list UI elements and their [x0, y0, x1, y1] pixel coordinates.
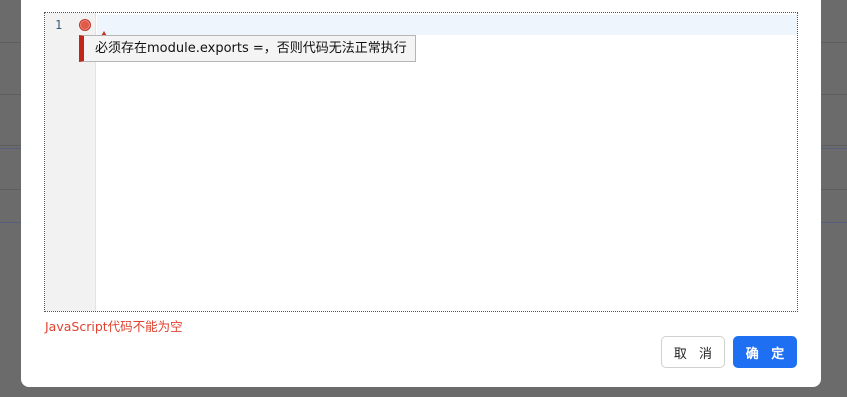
confirm-button[interactable]: 确 定	[733, 336, 797, 368]
error-dot-icon[interactable]	[79, 19, 91, 31]
line-number: 1	[55, 18, 63, 32]
code-editor-dialog: 1 必须存在module.exports =，否则代码无法正常执行 JavaSc…	[21, 0, 821, 387]
lint-error-tooltip: 必须存在module.exports =，否则代码无法正常执行	[79, 35, 416, 62]
active-line-highlight[interactable]	[97, 15, 797, 35]
cancel-button[interactable]: 取 消	[661, 336, 725, 368]
validation-error-message: JavaScript代码不能为空	[45, 319, 183, 334]
code-editor[interactable]: 1 必须存在module.exports =，否则代码无法正常执行	[44, 12, 798, 312]
